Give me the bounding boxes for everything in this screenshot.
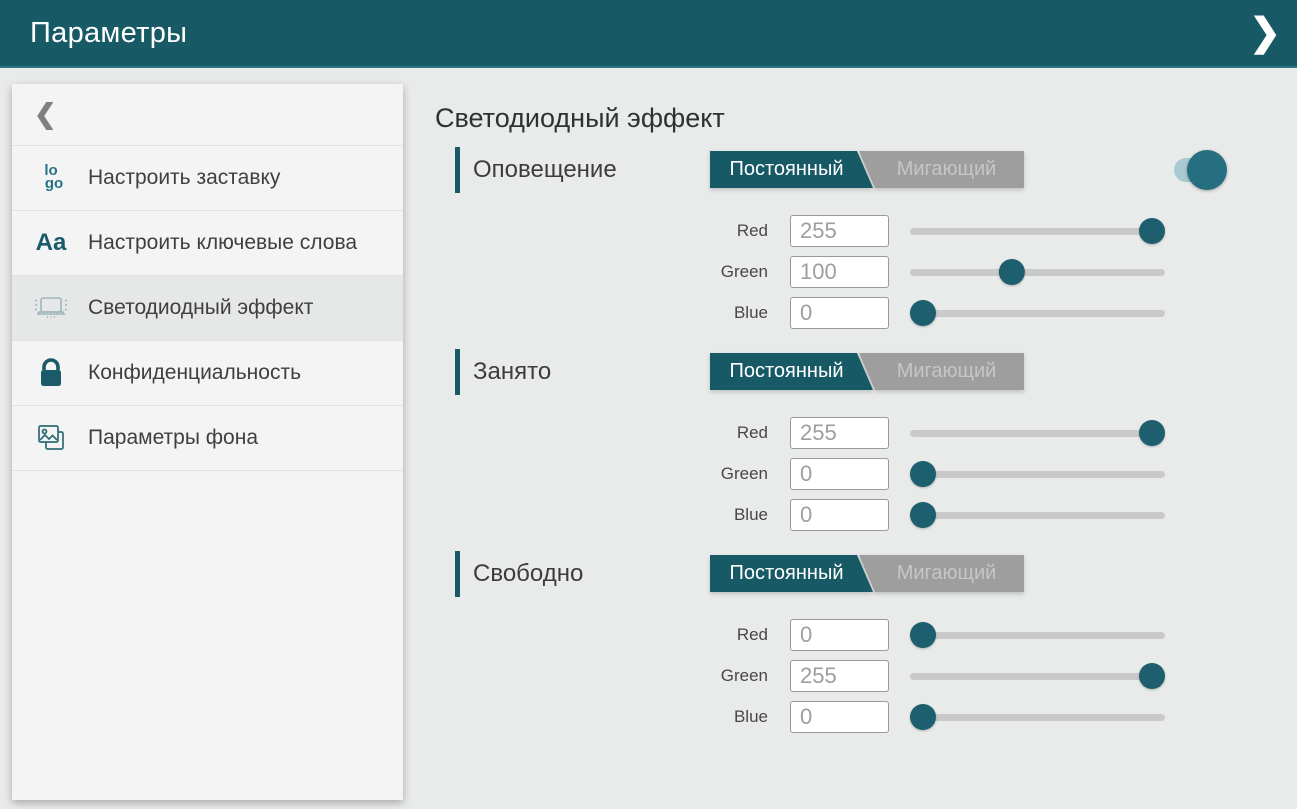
sidebar-item-label: Параметры фона xyxy=(88,425,258,451)
green-value-input[interactable] xyxy=(790,256,889,288)
slider-thumb[interactable] xyxy=(1139,420,1165,446)
section-label: Свободно xyxy=(473,551,583,597)
sidebar-back-button[interactable]: ❮ xyxy=(12,84,403,146)
blue-value-input[interactable] xyxy=(790,499,889,531)
blue-slider[interactable] xyxy=(910,297,1165,329)
notification-toggle[interactable] xyxy=(1174,158,1220,182)
channel-label: Red xyxy=(435,625,790,645)
blue-slider[interactable] xyxy=(910,701,1165,733)
green-value-input[interactable] xyxy=(790,660,889,692)
channel-row-blue: Blue xyxy=(435,499,1297,531)
led-icon xyxy=(28,295,74,321)
slider-track xyxy=(910,269,1165,276)
sidebar-item-keywords[interactable]: Aa Настроить ключевые слова xyxy=(12,211,403,276)
forward-chevron-icon[interactable]: ❯ xyxy=(1249,10,1281,56)
red-value-input[interactable] xyxy=(790,619,889,651)
tab-constant[interactable]: Постоянный xyxy=(710,151,873,188)
channel-row-green: Green xyxy=(435,458,1297,490)
slider-track xyxy=(910,673,1165,680)
section-notification: Оповещение Постоянный Мигающий Red Green xyxy=(435,147,1297,329)
section-label: Занято xyxy=(473,349,551,395)
channel-label: Blue xyxy=(435,707,790,727)
green-slider[interactable] xyxy=(910,660,1165,692)
lock-icon xyxy=(28,358,74,388)
channel-row-red: Red xyxy=(435,619,1297,651)
channel-label: Green xyxy=(435,666,790,686)
green-slider[interactable] xyxy=(910,458,1165,490)
tab-blinking[interactable]: Мигающий xyxy=(859,151,1024,188)
channel-label: Green xyxy=(435,464,790,484)
slider-thumb[interactable] xyxy=(910,502,936,528)
green-value-input[interactable] xyxy=(790,458,889,490)
keywords-icon: Aa xyxy=(28,229,74,257)
back-chevron-icon: ❮ xyxy=(34,99,57,130)
slider-thumb[interactable] xyxy=(1139,218,1165,244)
sidebar-item-label: Настроить ключевые слова xyxy=(88,230,357,256)
sidebar-item-label: Конфиденциальность xyxy=(88,360,301,386)
page-title: Параметры xyxy=(30,17,187,50)
channel-label: Red xyxy=(435,221,790,241)
red-slider[interactable] xyxy=(910,417,1165,449)
section-busy: Занято Постоянный Мигающий Red Green xyxy=(435,349,1297,531)
tab-constant[interactable]: Постоянный xyxy=(710,555,873,592)
sidebar-item-screensaver[interactable]: lo go Настроить заставку xyxy=(12,146,403,211)
channel-label: Red xyxy=(435,423,790,443)
mode-tabs: Постоянный Мигающий xyxy=(710,151,1024,188)
blue-value-input[interactable] xyxy=(790,297,889,329)
blue-value-input[interactable] xyxy=(790,701,889,733)
slider-track xyxy=(910,714,1165,721)
toggle-knob xyxy=(1187,150,1227,190)
sidebar-item-label: Светодиодный эффект xyxy=(88,295,313,321)
channel-row-blue: Blue xyxy=(435,701,1297,733)
accent-bar xyxy=(455,349,460,395)
slider-thumb[interactable] xyxy=(910,461,936,487)
slider-thumb[interactable] xyxy=(910,300,936,326)
blue-slider[interactable] xyxy=(910,499,1165,531)
sidebar-item-led-effect[interactable]: Светодиодный эффект xyxy=(12,276,403,341)
sidebar-item-label: Настроить заставку xyxy=(88,165,280,191)
mode-tabs: Постоянный Мигающий xyxy=(710,353,1024,390)
channel-row-green: Green xyxy=(435,256,1297,288)
accent-bar xyxy=(455,551,460,597)
tab-blinking[interactable]: Мигающий xyxy=(859,353,1024,390)
channel-row-red: Red xyxy=(435,215,1297,247)
tab-blinking[interactable]: Мигающий xyxy=(859,555,1024,592)
channel-label: Green xyxy=(435,262,790,282)
channel-label: Blue xyxy=(435,505,790,525)
slider-track xyxy=(910,310,1165,317)
section-title: Светодиодный эффект xyxy=(435,103,1297,134)
sidebar-item-background[interactable]: Параметры фона xyxy=(12,406,403,471)
slider-thumb[interactable] xyxy=(910,704,936,730)
red-slider[interactable] xyxy=(910,619,1165,651)
tab-constant[interactable]: Постоянный xyxy=(710,353,873,390)
background-icon xyxy=(28,423,74,453)
slider-track xyxy=(910,430,1165,437)
section-free: Свободно Постоянный Мигающий Red Green xyxy=(435,551,1297,733)
slider-thumb[interactable] xyxy=(999,259,1025,285)
slider-track xyxy=(910,512,1165,519)
red-slider[interactable] xyxy=(910,215,1165,247)
green-slider[interactable] xyxy=(910,256,1165,288)
mode-tabs: Постоянный Мигающий xyxy=(710,555,1024,592)
slider-track xyxy=(910,228,1165,235)
slider-thumb[interactable] xyxy=(910,622,936,648)
accent-bar xyxy=(455,147,460,193)
logo-icon: lo go xyxy=(28,165,74,191)
channel-row-green: Green xyxy=(435,660,1297,692)
slider-track xyxy=(910,632,1165,639)
section-label: Оповещение xyxy=(473,147,617,193)
channel-row-red: Red xyxy=(435,417,1297,449)
red-value-input[interactable] xyxy=(790,417,889,449)
settings-sidebar: ❮ lo go Настроить заставку Aa Настроить … xyxy=(12,84,403,800)
slider-thumb[interactable] xyxy=(1139,663,1165,689)
led-effect-panel: Светодиодный эффект Оповещение Постоянны… xyxy=(435,68,1297,809)
slider-track xyxy=(910,471,1165,478)
red-value-input[interactable] xyxy=(790,215,889,247)
channel-label: Blue xyxy=(435,303,790,323)
app-header: Параметры ❯ xyxy=(0,0,1297,68)
sidebar-item-privacy[interactable]: Конфиденциальность xyxy=(12,341,403,406)
channel-row-blue: Blue xyxy=(435,297,1297,329)
